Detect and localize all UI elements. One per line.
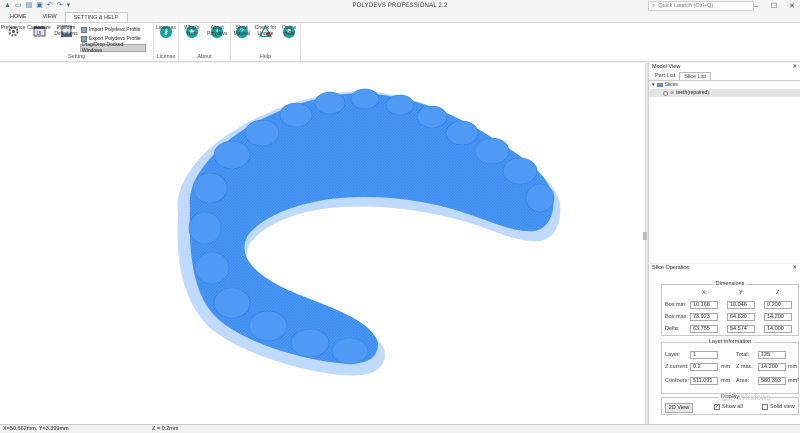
maximize-icon[interactable]: ☐ (770, 2, 778, 10)
show-all-checkbox[interactable]: ✓ (714, 404, 720, 410)
tab-setting-help[interactable]: SETTING & HELP (64, 12, 128, 22)
area-unit: mm² (788, 378, 799, 384)
layer-input[interactable]: 1 (690, 351, 718, 359)
col-y-label: Y: (739, 290, 744, 296)
group-title-about: About (197, 54, 212, 60)
title-bar: ▲ ▭ ▤ ▣ ↶ ↷ ▾ POLYDEVS PROFESSIONAL 2.2 … (0, 0, 800, 12)
contours-label: Contours: (665, 378, 689, 384)
model-view-panel: Model View ✕ Part List Slice List ▾ Slic… (648, 63, 800, 263)
import-icon (81, 27, 87, 33)
app-window: ▲ ▭ ▤ ▣ ↶ ↷ ▾ POLYDEVS PROFESSIONAL 2.2 … (0, 0, 800, 433)
area-value: 580.393 (758, 377, 786, 385)
zcurrent-value: 0.2 (690, 363, 718, 371)
teeth-model-render (177, 88, 561, 376)
panel-close-icon[interactable]: ✕ (792, 264, 797, 273)
delta-x: 63.755 (690, 325, 718, 333)
box-min-label: Box min: (665, 302, 687, 308)
delta-y: 54.574 (727, 325, 755, 333)
zcurrent-unit: mm (721, 364, 731, 370)
slice-layers-icon: ≋ (670, 90, 675, 96)
layer-information-title: Layer information (706, 339, 754, 345)
minimize-icon[interactable]: – (752, 3, 760, 10)
app-logo-icon: ▲ (4, 2, 11, 9)
collapse-icon[interactable]: ▾ (652, 82, 655, 88)
folder-icon (656, 83, 663, 87)
tab-home[interactable]: HOME (2, 12, 35, 22)
group-title-help: Help (259, 54, 272, 60)
dragdrop-docked-windows-toggle[interactable]: Drag/Drop Docked Windows (80, 42, 146, 54)
tab-view[interactable]: VIEW (35, 12, 65, 22)
undo-icon[interactable]: ↶ (47, 1, 53, 11)
model-view-tabs: Part List Slice List (649, 72, 800, 81)
search-input[interactable] (658, 3, 749, 9)
area-label: Area: (736, 378, 750, 384)
contours-value: 511.091 (690, 377, 718, 385)
quick-launch-search[interactable]: ⌕ (648, 1, 754, 11)
redo-icon[interactable]: ↷ (57, 1, 63, 11)
solid-view-checkbox[interactable] (762, 404, 768, 410)
ribbon-group-license: ⚷ Licenses License (154, 23, 179, 61)
import-profile-button[interactable]: Import Polydevs Profile (80, 26, 146, 34)
3d-viewport[interactable] (0, 63, 645, 424)
splitter-grip-icon[interactable] (643, 232, 647, 240)
zcurrent-label: Z current: (665, 364, 689, 370)
layer-label: Layer: (665, 352, 681, 358)
box-min-z: 0.200 (764, 301, 792, 309)
cursor-coords: X=50.662mm, Y=3.399mm (3, 426, 69, 432)
box-min-y: 10.046 (727, 301, 755, 309)
zmax-label: Z max: (736, 364, 753, 370)
box-max-label: Box max: (665, 314, 688, 320)
col-z-label: Z: (776, 290, 781, 296)
delta-z: 14.000 (764, 325, 792, 333)
delta-label: Delta: (665, 326, 680, 332)
box-max-z: 14.200 (764, 313, 792, 321)
ribbon-group-setting: Preference Customize UI Platform Definitio… (0, 23, 154, 61)
box-max-y: 64.620 (727, 313, 755, 321)
model-view-title: Model View (652, 64, 681, 70)
zmax-unit: mm (788, 364, 798, 370)
close-icon[interactable]: ✕ (788, 2, 796, 10)
group-title-setting: Setting (67, 54, 86, 60)
activation-watermark: 激活 Windows (720, 393, 771, 402)
customize-qat-icon[interactable]: ▾ (67, 1, 71, 11)
2d-view-button[interactable]: 2D View (665, 403, 693, 413)
ribbon-group-about: ★ What's New i About Polydevs About (179, 23, 231, 61)
group-title-license: License (156, 54, 176, 60)
box-min-x: 10.168 (690, 301, 718, 309)
ribbon-group-help: ? Show Manual Check for Update e Online Hel… (231, 23, 301, 61)
z-level: Z = 0.2mm (152, 426, 179, 432)
tab-part-list[interactable]: Part List (651, 72, 679, 80)
search-icon: ⌕ (652, 2, 656, 9)
tree-item-slices[interactable]: ▾ Slices (649, 81, 800, 89)
show-all-label: Show all (722, 404, 743, 410)
tree-item-teeth[interactable]: ≋ teeth(repaired) (649, 89, 800, 97)
open-folder-icon[interactable]: ▤ (26, 1, 33, 11)
zmax-value: 14.200 (758, 363, 786, 371)
panel-close-icon[interactable]: ✕ (792, 63, 797, 72)
window-controls: – ☐ ✕ (752, 0, 796, 12)
total-label: Total: (736, 352, 750, 358)
new-file-icon[interactable]: ▭ (15, 1, 22, 11)
status-bar: X=50.662mm, Y=3.399mm Z = 0.2mm (0, 424, 800, 433)
col-x-label: X: (702, 290, 708, 296)
quick-access-toolbar: ▲ ▭ ▤ ▣ ↶ ↷ ▾ (0, 1, 70, 11)
dimensions-title: Dimensions (713, 281, 747, 287)
visibility-radio-icon[interactable] (663, 90, 668, 96)
ribbon-tabs: HOME VIEW SETTING & HELP (0, 12, 800, 22)
contours-unit: mm (721, 378, 731, 384)
slice-operation-title: Slice Operation (652, 265, 690, 271)
box-max-x: 73.923 (690, 313, 718, 321)
total-value: 125 (758, 351, 786, 359)
tab-slice-list[interactable]: Slice List (679, 72, 712, 80)
solid-view-label: Solid view (770, 404, 795, 410)
ribbon: Preference Customize UI Platform Definitio… (0, 22, 800, 62)
save-icon[interactable]: ▣ (36, 1, 43, 11)
